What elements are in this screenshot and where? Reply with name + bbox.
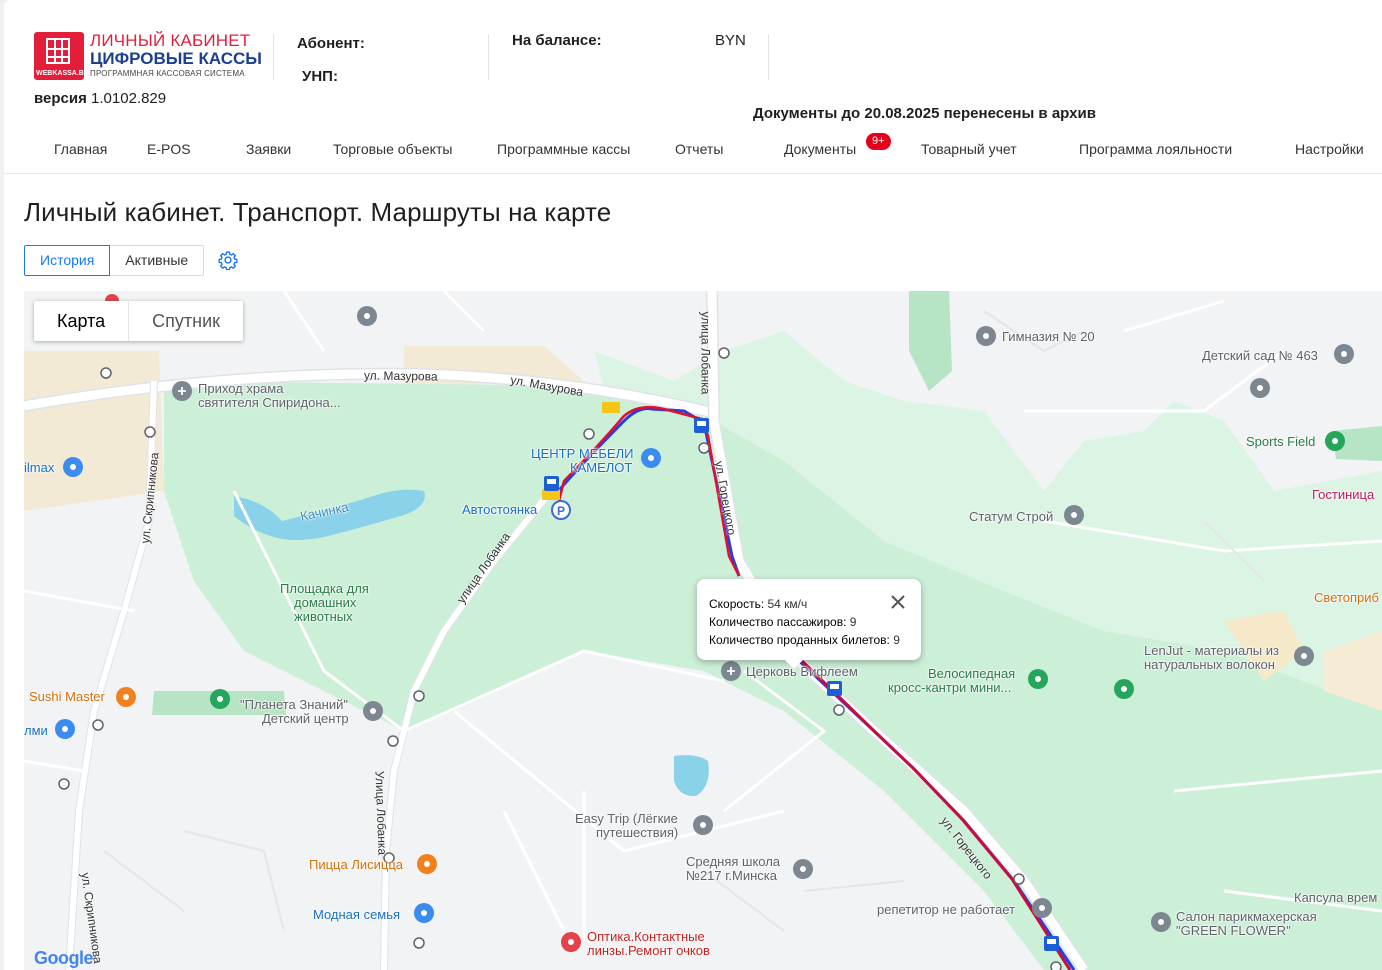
- tickets-row: Количество проданных билетов: 9: [709, 631, 909, 649]
- map-place-label[interactable]: натуральных волокон: [1144, 658, 1275, 672]
- map-place-label[interactable]: Easy Trip (Лёгкие: [575, 812, 678, 826]
- map-place-label[interactable]: Статум Строй: [969, 510, 1053, 524]
- map-place-label[interactable]: Гимназия № 20: [1002, 330, 1095, 344]
- version-info: версия 1.0102.829: [34, 90, 166, 107]
- nav-item-settings[interactable]: Настройки: [1295, 141, 1364, 157]
- tab-history[interactable]: История: [24, 245, 111, 276]
- map-place-label[interactable]: КАМЕЛОТ: [570, 461, 632, 475]
- nav-item-cashboxes[interactable]: Программные кассы: [497, 141, 630, 157]
- route-map[interactable]: P ул. Мазурова ул. Мазурова улица Лобанк…: [24, 291, 1382, 970]
- map-place-label[interactable]: лми: [24, 724, 48, 738]
- route-tabs: История Активные: [24, 245, 205, 276]
- archive-notice: Документы до 20.08.2025 перенесены в арх…: [753, 105, 1096, 122]
- street-label: Улица Лобанка: [372, 770, 390, 856]
- map-place-label[interactable]: Средняя школа: [686, 855, 780, 869]
- speed-label: Скорость:: [709, 597, 765, 611]
- close-icon[interactable]: [889, 593, 907, 611]
- google-attribution: Google: [34, 948, 94, 968]
- tickets-value: 9: [893, 633, 900, 647]
- subscriber-label: Абонент:: [297, 35, 365, 52]
- google-logo: Google: [34, 948, 94, 969]
- page-title: Личный кабинет. Транспорт. Маршруты на к…: [24, 197, 612, 227]
- logo-line3: ПРОГРАММНАЯ КАССОВАЯ СИСТЕМА: [90, 69, 245, 78]
- svg-text:P: P: [557, 504, 565, 518]
- map-place-label[interactable]: ilmax: [24, 461, 54, 475]
- map-place-label[interactable]: путешествия): [596, 826, 678, 840]
- map-place-label[interactable]: "Планета Знаний": [240, 698, 348, 712]
- map-place-label[interactable]: №217 г.Минска: [686, 869, 777, 883]
- gear-icon[interactable]: [218, 250, 238, 270]
- tickets-label: Количество проданных билетов:: [709, 633, 890, 647]
- balance-label: На балансе:: [512, 32, 602, 49]
- nav-item-documents[interactable]: Документы: [784, 141, 856, 157]
- map-place-label[interactable]: Sushi Master: [29, 690, 105, 704]
- passengers-row: Количество пассажиров: 9: [709, 613, 909, 631]
- map-place-label[interactable]: домашних: [294, 596, 356, 610]
- map-place-label[interactable]: Площадка для: [280, 582, 369, 596]
- logo-line1: ЛИЧНЫЙ КАБИНЕТ: [90, 31, 251, 50]
- street-label: улица Лобанка: [698, 311, 713, 395]
- map-place-label[interactable]: ЦЕНТР МЕБЕЛИ: [531, 447, 633, 461]
- map-place-label[interactable]: Приход храма: [198, 382, 283, 396]
- map-place-label[interactable]: святителя Спиридона...: [198, 396, 341, 410]
- map-place-label[interactable]: линзы.Ремонт очков: [587, 944, 710, 958]
- map-place-label[interactable]: животных: [294, 610, 353, 624]
- nav-item-shops[interactable]: Торговые объекты: [333, 141, 452, 157]
- nav-item-epos[interactable]: E-POS: [147, 141, 191, 157]
- cash-register-icon: WEBKASSA.BY: [34, 32, 89, 80]
- map-place-label[interactable]: репетитор не работает: [877, 903, 1015, 917]
- main-nav: Главная E-POS Заявки Торговые объекты Пр…: [4, 133, 1382, 174]
- map-place-label[interactable]: Светоприб: [1314, 591, 1379, 605]
- map-type-satellite-button[interactable]: Спутник: [128, 301, 243, 341]
- logo-badge-text: WEBKASSA.BY: [36, 70, 89, 77]
- map-place-label[interactable]: Пицца Лисицца: [309, 858, 403, 872]
- map-place-label[interactable]: "GREEN FLOWER": [1176, 924, 1291, 938]
- street-label: ул. Мазурова: [363, 368, 438, 384]
- map-place-label[interactable]: Детский центр: [262, 712, 349, 726]
- map-place-label[interactable]: Sports Field: [1246, 435, 1315, 449]
- unp-label: УНП:: [302, 68, 338, 85]
- page: WEBKASSA.BY ЛИЧНЫЙ КАБИНЕТ ЦИФРОВЫЕ КАСС…: [4, 0, 1382, 970]
- nav-item-loyalty[interactable]: Программа лояльности: [1079, 141, 1232, 157]
- speed-row: Скорость: 54 км/ч: [709, 595, 909, 613]
- header-divider: [273, 34, 274, 80]
- passengers-label: Количество пассажиров:: [709, 615, 847, 629]
- documents-count-badge: 9+: [866, 133, 891, 150]
- balance-currency: BYN: [715, 32, 746, 49]
- nav-item-inventory[interactable]: Товарный учет: [921, 141, 1017, 157]
- map-place-label[interactable]: Гостиница: [1312, 488, 1374, 502]
- speed-value: 54 км/ч: [767, 597, 808, 611]
- passengers-value: 9: [849, 615, 857, 629]
- map-place-label[interactable]: Капсула врем: [1294, 891, 1377, 905]
- map-place-label[interactable]: Салон парикмахерская: [1176, 910, 1317, 924]
- map-place-label[interactable]: Модная семья: [313, 908, 400, 922]
- map-place-label[interactable]: LenJut - материалы из: [1144, 644, 1279, 658]
- vehicle-info-popup: Скорость: 54 км/ч Количество пассажиров:…: [697, 579, 921, 669]
- logo-line2: ЦИФРОВЫЕ КАССЫ: [90, 49, 262, 68]
- webkassa-logo[interactable]: WEBKASSA.BY ЛИЧНЫЙ КАБИНЕТ ЦИФРОВЫЕ КАСС…: [34, 32, 262, 80]
- map-place-label[interactable]: Автостоянка: [462, 503, 537, 517]
- map-place-label[interactable]: Оптика.Контактные: [587, 930, 705, 944]
- tab-active[interactable]: Активные: [110, 245, 205, 276]
- map-type-control: Карта Спутник: [34, 301, 244, 341]
- nav-item-reports[interactable]: Отчеты: [675, 141, 723, 157]
- map-place-label[interactable]: кросс-кантри мини...: [888, 681, 1011, 695]
- version-value: 1.0102.829: [91, 90, 167, 107]
- map-type-map-button[interactable]: Карта: [34, 301, 128, 341]
- nav-item-home[interactable]: Главная: [54, 141, 107, 157]
- header-divider: [488, 34, 489, 80]
- popup-tail: [785, 660, 803, 669]
- nav-item-requests[interactable]: Заявки: [246, 141, 291, 157]
- version-label: версия: [34, 90, 87, 107]
- map-place-label[interactable]: Велосипедная: [928, 667, 1015, 681]
- map-place-label[interactable]: Детский сад № 463: [1202, 349, 1318, 363]
- header-divider: [768, 34, 769, 80]
